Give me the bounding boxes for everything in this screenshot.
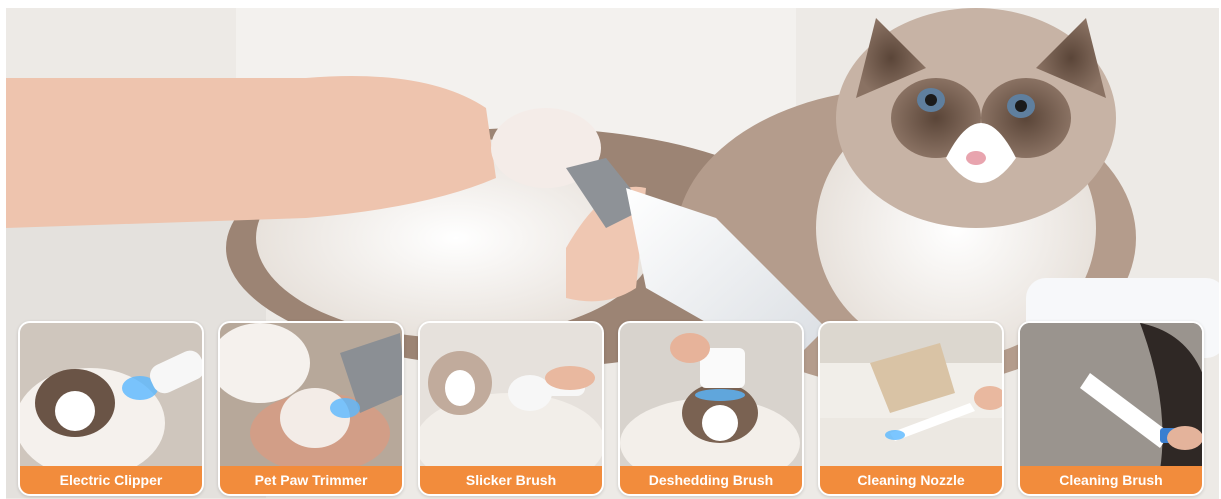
cleaning-brush-photo	[1020, 323, 1202, 470]
deshedding-brush-photo	[620, 323, 802, 470]
cleaning-nozzle-photo	[820, 323, 1002, 470]
paw-trimmer-photo	[220, 323, 402, 470]
product-feature-cards: Electric Clipper Pet Paw Trimmer Slicker…	[18, 321, 1208, 496]
card-label: Electric Clipper	[20, 466, 202, 494]
card-label: Cleaning Nozzle	[820, 466, 1002, 494]
card-label: Pet Paw Trimmer	[220, 466, 402, 494]
card-label: Slicker Brush	[420, 466, 602, 494]
slicker-brush-photo	[420, 323, 602, 470]
feature-card-pet-paw-trimmer[interactable]: Pet Paw Trimmer	[218, 321, 404, 496]
hero-banner: Electric Clipper Pet Paw Trimmer Slicker…	[6, 8, 1219, 499]
card-label: Deshedding Brush	[620, 466, 802, 494]
electric-clipper-photo	[20, 323, 202, 470]
card-label: Cleaning Brush	[1020, 466, 1202, 494]
feature-card-deshedding-brush[interactable]: Deshedding Brush	[618, 321, 804, 496]
feature-card-cleaning-nozzle[interactable]: Cleaning Nozzle	[818, 321, 1004, 496]
feature-card-cleaning-brush[interactable]: Cleaning Brush	[1018, 321, 1204, 496]
feature-card-electric-clipper[interactable]: Electric Clipper	[18, 321, 204, 496]
feature-card-slicker-brush[interactable]: Slicker Brush	[418, 321, 604, 496]
